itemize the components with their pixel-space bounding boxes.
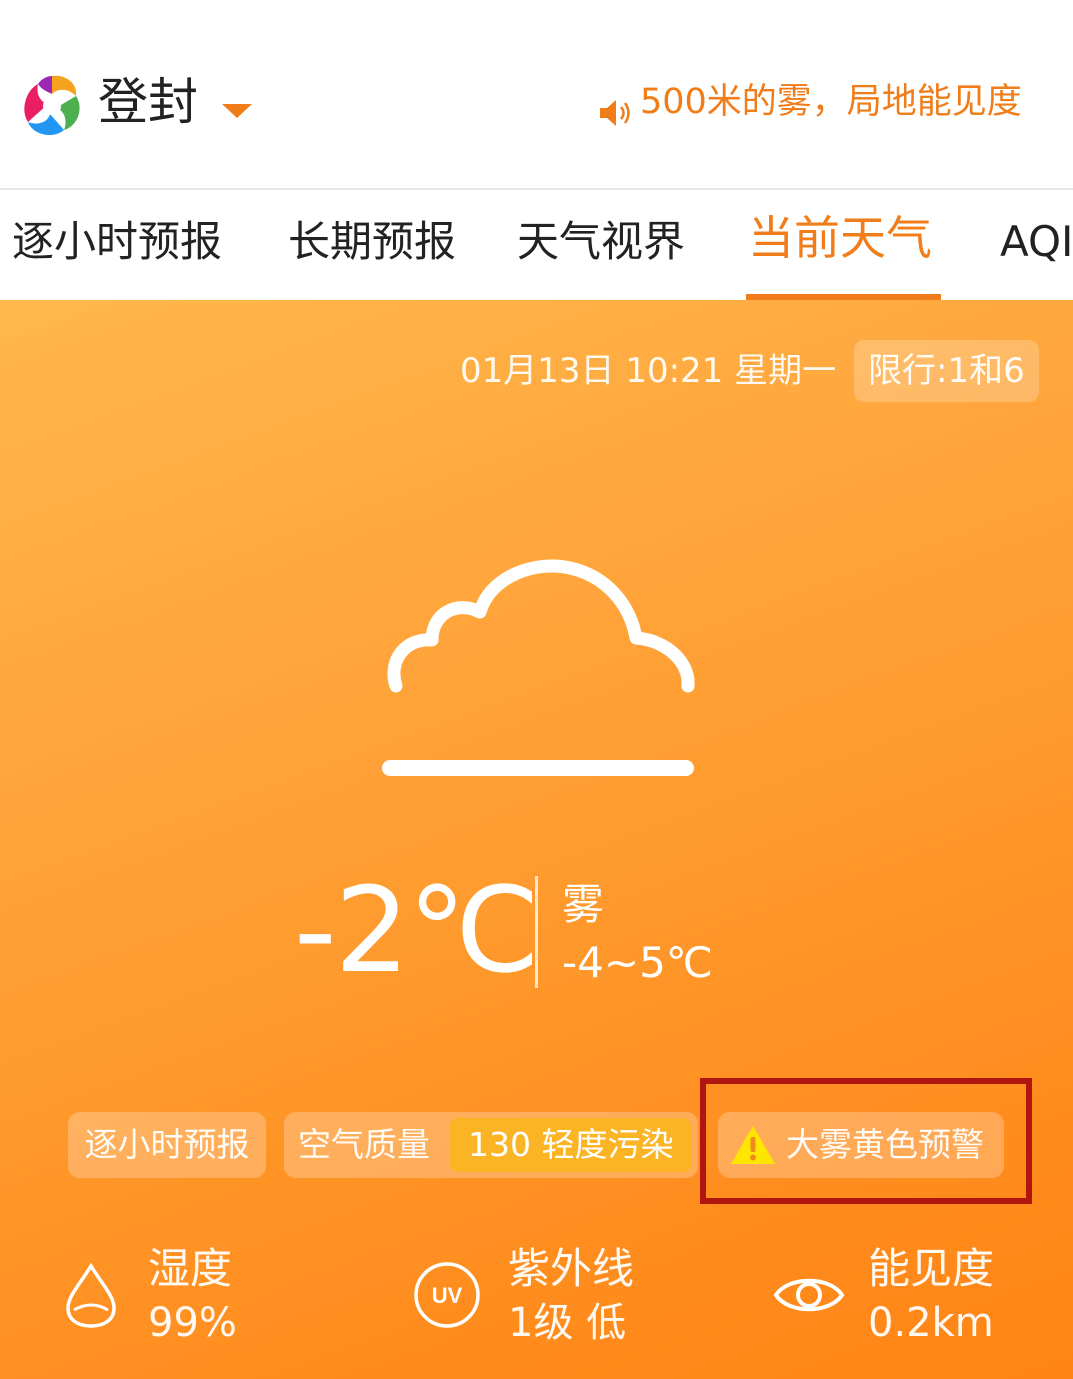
temperature-divider [535, 876, 538, 988]
uv-label: 紫外线 [508, 1244, 635, 1293]
city-dropdown-caret-icon[interactable] [222, 104, 252, 118]
air-quality-label: 空气质量 [298, 1125, 430, 1164]
current-temperature: -2℃ [294, 861, 540, 999]
droplet-icon [66, 1262, 116, 1328]
visibility-label: 能见度 [868, 1244, 995, 1293]
svg-text:UV: UV [432, 1283, 463, 1308]
datetime: 01月13日 10:21 星期一 [460, 351, 837, 391]
swirl-logo-icon[interactable] [18, 70, 86, 142]
city-name[interactable]: 登封 [98, 66, 198, 138]
tab-current-weather[interactable]: 当前天气 [748, 208, 932, 268]
aqi-value-badge: 130 轻度污染 [450, 1118, 692, 1172]
speaker-icon [600, 100, 630, 126]
tab-aqi[interactable]: AQI [1000, 212, 1073, 272]
uv-circle-icon: UV [414, 1262, 480, 1328]
tab-hourly[interactable]: 逐小时预报 [12, 212, 222, 272]
tab-weather-view[interactable]: 天气视界 [517, 212, 685, 272]
eye-icon [773, 1278, 845, 1312]
traffic-restriction-badge[interactable]: 限行:1和6 [854, 340, 1039, 402]
current-weather-panel: 01月13日 10:21 星期一 限行:1和6 -2℃ 雾 -4~5℃ 逐小时预… [0, 300, 1073, 1379]
alert-ticker[interactable]: 500米的雾，局地能见度 [640, 74, 1050, 130]
humidity-value: 99% [148, 1300, 237, 1346]
temperature-range: -4~5℃ [562, 938, 713, 987]
tab-bar: 逐小时预报 长期预报 天气视界 当前天气 AQI [0, 190, 1073, 301]
app-header: 登封 500米的雾，局地能见度 [0, 0, 1073, 190]
fog-cloud-icon [382, 559, 695, 776]
weather-condition: 雾 [562, 880, 605, 929]
uv-value: 1级 低 [508, 1300, 627, 1346]
air-quality-chip[interactable]: 空气质量 130 轻度污染 [284, 1112, 698, 1178]
hourly-forecast-chip[interactable]: 逐小时预报 [68, 1112, 266, 1178]
highlight-annotation-box [700, 1078, 1032, 1204]
visibility-value: 0.2km [868, 1300, 994, 1346]
tab-long-term[interactable]: 长期预报 [288, 212, 456, 272]
humidity-label: 湿度 [148, 1244, 233, 1293]
